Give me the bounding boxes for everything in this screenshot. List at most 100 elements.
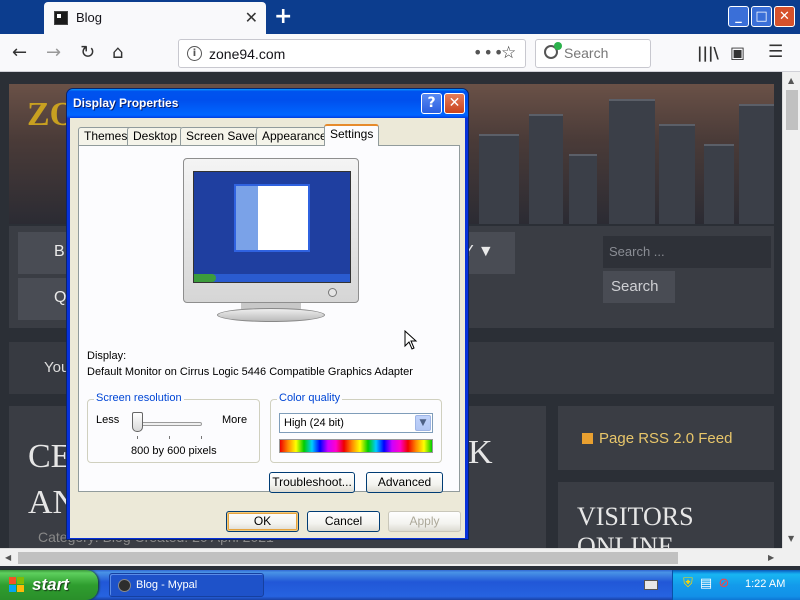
taskbar-item-label: Blog - Mypal [136,579,198,591]
slider-tick [169,436,170,439]
display-properties-dialog: Display Properties ? ✕ Themes Desktop Sc… [66,88,469,540]
tab-settings[interactable]: Settings [324,124,380,146]
site-search-button[interactable]: Search [603,271,675,303]
dialog-body: Themes Desktop Screen Saver Appearance S… [70,118,465,538]
bookmark-star-icon[interactable]: ☆ [501,43,516,63]
banner-building [529,114,563,224]
dialog-title-bar[interactable]: Display Properties ? ✕ [67,89,468,118]
browser-nav-bar: ← → ↻ ⌂ i zone94.com ••• ☆ |||\ ▣ ☰ [0,34,800,72]
dialog-title: Display Properties [73,96,179,110]
resolution-slider-track[interactable] [134,422,202,426]
browser-tab-bar: Blog ✕ + _ □ ✕ [0,0,800,34]
banner-building [739,104,774,224]
home-icon[interactable]: ⌂ [112,42,123,63]
browser-tab-title: Blog [76,10,103,25]
network-icon[interactable]: ▤ [699,577,713,591]
site-favicon-icon [54,11,68,25]
keyboard-layout-icon[interactable] [644,580,658,590]
color-quality-value: High (24 bit) [284,417,344,429]
banner-building [609,99,655,224]
banner-building [659,124,695,224]
close-window-button[interactable]: ✕ [774,6,795,27]
visitors-heading: VISITORS ONLINE [577,502,694,548]
start-label: start [32,575,69,594]
scroll-down-icon[interactable]: ▼ [788,534,794,543]
browser-search-box[interactable] [535,39,651,68]
minimize-window-button[interactable]: _ [728,6,749,27]
monitor-preview [183,158,361,322]
site-search-input[interactable]: Search ... [603,236,771,268]
page-actions-icon[interactable]: ••• [473,43,504,62]
security-shield-icon[interactable]: ⛨ [681,577,695,591]
color-spectrum-bar [279,439,433,453]
banner-building [479,134,519,224]
taskbar-item-mypal[interactable]: Blog - Mypal [109,573,264,597]
resolution-slider-thumb[interactable] [132,412,143,432]
clock: 1:22 AM [745,578,786,590]
back-arrow-icon[interactable]: ← [12,42,27,63]
horizontal-scrollbar[interactable]: ◀ ▶ [0,548,782,566]
site-info-icon[interactable]: i [187,46,202,61]
scroll-right-icon[interactable]: ▶ [768,553,774,562]
screen-resolution-title: Screen resolution [94,392,184,404]
sidebar-toggle-icon[interactable]: ▣ [730,43,745,62]
tab-screen-saver[interactable]: Screen Saver [180,127,265,146]
monitor-screen [193,171,351,283]
scroll-corner [782,548,800,566]
ok-button[interactable]: OK [226,511,299,532]
preview-taskbar [194,274,350,282]
scroll-left-icon[interactable]: ◀ [5,553,11,562]
new-tab-icon[interactable]: + [274,4,292,29]
start-button[interactable]: start [0,570,98,600]
preview-window-sidebar [236,186,258,250]
slider-tick [137,436,138,439]
system-tray: ⛨ ▤ ⊘ 1:22 AM [672,570,800,600]
scroll-up-icon[interactable]: ▲ [788,76,794,85]
cancel-button[interactable]: Cancel [307,511,380,532]
preview-window [234,184,310,252]
tab-desktop[interactable]: Desktop [127,127,184,146]
url-text[interactable]: zone94.com [209,46,285,62]
search-engine-icon [544,42,562,59]
color-quality-select[interactable]: High (24 bit) ▼ [279,413,433,433]
browser-search-input[interactable] [564,45,648,61]
troubleshoot-button[interactable]: Troubleshoot... [269,472,355,493]
mypal-app-icon [118,579,131,592]
monitor-base [217,308,325,322]
slider-tick [201,436,202,439]
vertical-scroll-thumb[interactable] [786,90,798,130]
close-tab-icon[interactable]: ✕ [245,8,258,27]
hamburger-menu-icon[interactable]: ☰ [768,42,783,62]
alert-icon[interactable]: ⊘ [717,577,731,591]
windows-logo-icon [9,577,25,593]
tab-themes[interactable]: Themes [78,127,134,146]
resolution-more-label: More [222,414,248,426]
banner-building [569,154,597,224]
rss-link-text[interactable]: Page RSS 2.0 Feed [599,430,732,447]
preview-start-button [194,274,216,282]
browser-tab[interactable]: Blog ✕ [44,2,266,34]
rss-link[interactable]: Page RSS 2.0 Feed [582,430,732,447]
dialog-close-button[interactable]: ✕ [444,93,465,114]
monitor-power-icon [328,288,337,297]
apply-button[interactable]: Apply [388,511,461,532]
display-label: Display: [87,350,127,362]
address-bar[interactable]: i zone94.com ••• ☆ [178,39,526,68]
library-icon[interactable]: |||\ [697,44,719,62]
advanced-button[interactable]: Advanced [366,472,443,493]
chevron-down-icon[interactable]: ▼ [415,415,431,431]
forward-arrow-icon[interactable]: → [46,42,61,63]
mouse-cursor-icon [404,330,418,350]
maximize-window-button[interactable]: □ [751,6,772,27]
rss-icon [582,433,593,444]
reload-icon[interactable]: ↻ [80,42,95,63]
settings-tab-page: Display: Default Monitor on Cirrus Logic… [78,145,460,493]
help-button[interactable]: ? [421,93,442,114]
vertical-scrollbar[interactable]: ▲ ▼ [782,72,800,548]
tab-appearance[interactable]: Appearance [256,127,333,146]
color-quality-group: Color quality High (24 bit) ▼ [270,392,442,463]
color-quality-title: Color quality [277,392,343,404]
horizontal-scroll-thumb[interactable] [18,552,678,564]
monitor-case [183,158,359,303]
article-title-fragment: K [468,434,493,471]
